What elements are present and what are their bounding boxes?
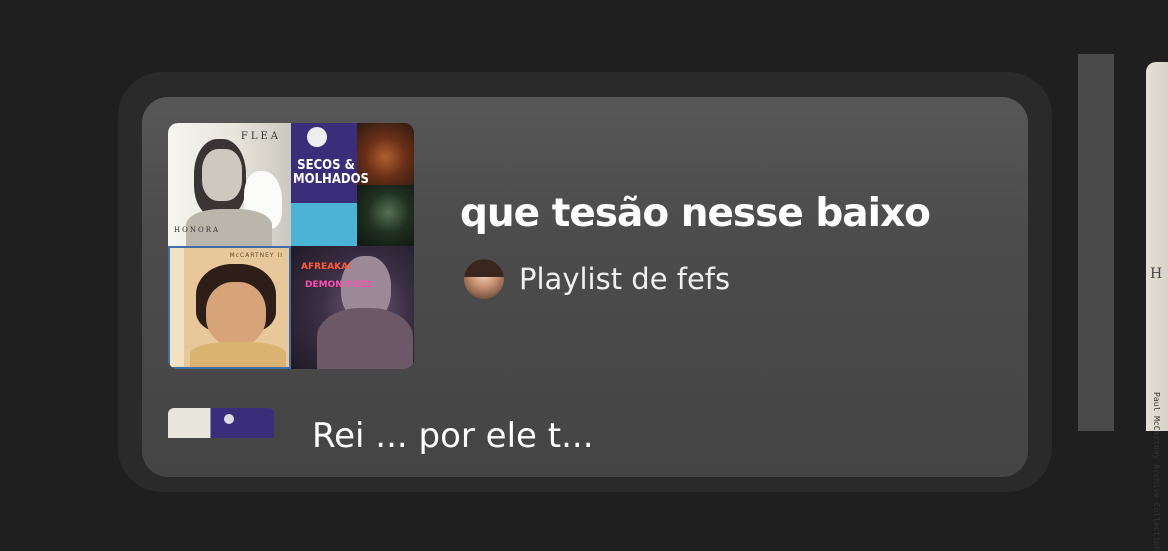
owner-avatar[interactable] xyxy=(464,259,504,299)
cover-text: DEMON FUZZ xyxy=(305,280,373,290)
right-panel-cover: H Paul McCartney Archive Collection xyxy=(1146,62,1168,551)
cover-tile-mosaic: SECOS & MOLHADOS xyxy=(291,123,414,246)
record-label-logo-icon xyxy=(307,127,327,147)
edge-letter: H xyxy=(1150,266,1163,282)
cover-tile-mini-bottom xyxy=(357,185,414,246)
next-playlist-title[interactable]: Rei ... por ele t... xyxy=(312,416,594,456)
cover-tile-flea: FLEA HONORA xyxy=(168,123,291,246)
cover-text: FLEA xyxy=(240,131,281,142)
playlist-meta[interactable]: Playlist de fefs xyxy=(519,262,730,296)
record-label-logo-icon xyxy=(224,414,234,424)
cover-tile-mccartney: McCARTNEY II xyxy=(168,246,291,369)
playlist-cover[interactable]: FLEA HONORA SECOS & MOLHADOS McCARTNEY I… xyxy=(168,123,414,369)
cover-tile-afreaka: AFREAKA! DEMON FUZZ xyxy=(291,246,414,369)
cover-text: AFREAKA! xyxy=(301,262,353,272)
playlist-title[interactable]: que tesão nesse baixo xyxy=(460,191,931,236)
panel-divider xyxy=(1078,54,1114,431)
cover-text: HONORA xyxy=(174,226,221,234)
cover-text: McCARTNEY II xyxy=(229,252,283,259)
cover-portrait xyxy=(206,282,266,346)
cover-tile-secos: SECOS & MOLHADOS xyxy=(291,123,369,246)
cover-text: SECOS & MOLHADOS xyxy=(293,158,369,187)
next-playlist-cover[interactable] xyxy=(168,408,274,438)
edge-text: Paul McCartney Archive Collection xyxy=(1152,392,1161,551)
